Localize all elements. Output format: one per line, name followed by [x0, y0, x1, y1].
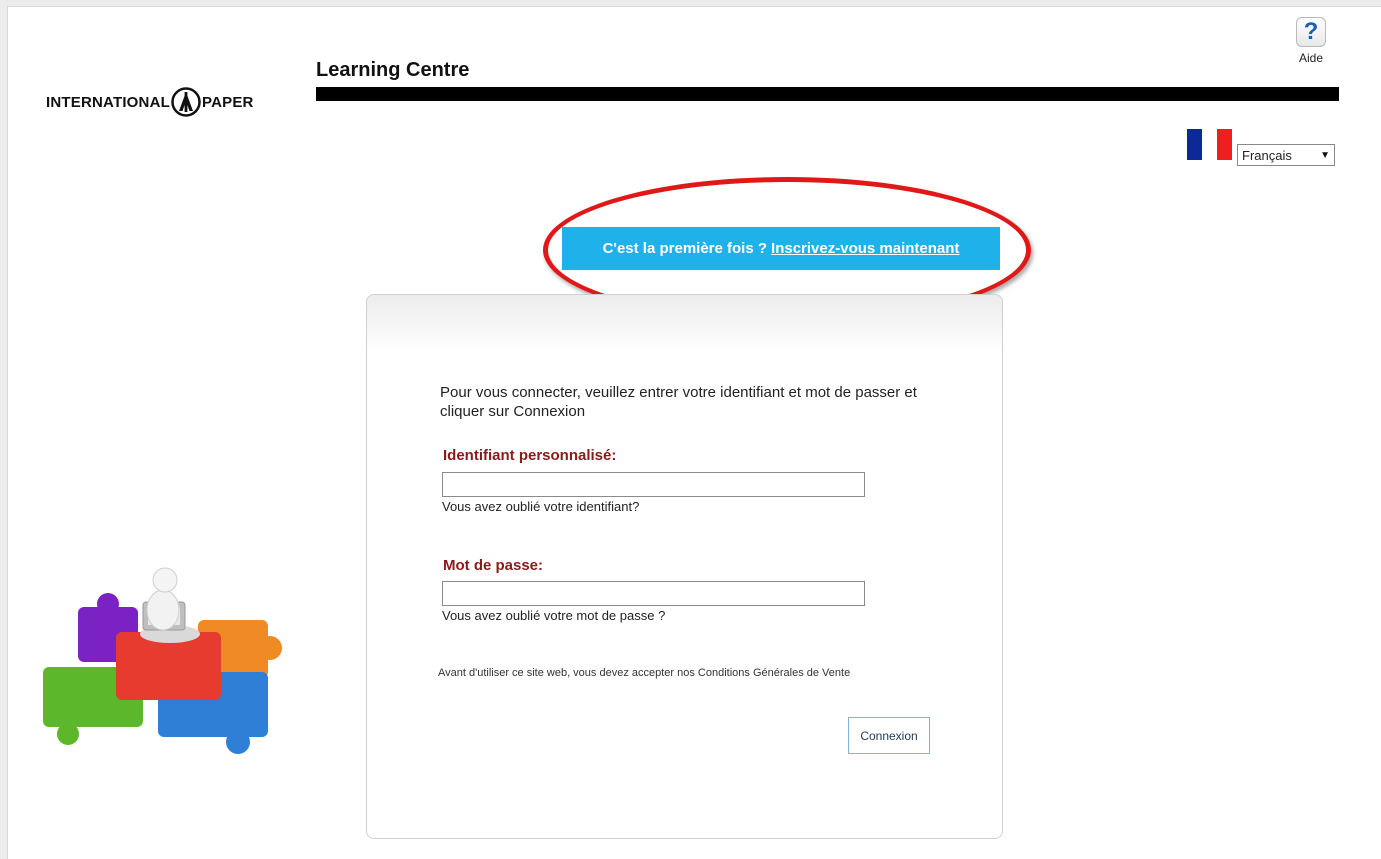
help-button[interactable]: ? Aide	[1291, 17, 1331, 65]
help-icon: ?	[1296, 17, 1326, 47]
signup-link[interactable]: Inscrivez-vous maintenant	[771, 240, 959, 257]
logo-text-right: PAPER	[201, 93, 254, 111]
puzzle-pieces-laptop-figure-icon	[43, 567, 282, 754]
logo-text-left: INTERNATIONAL	[46, 93, 170, 111]
username-label: Identifiant personnalisé:	[443, 447, 617, 464]
language-select[interactable]: Français ▼	[1237, 144, 1335, 166]
app-title: Learning Centre	[316, 59, 470, 81]
flag-stripe-red	[1217, 129, 1232, 160]
signup-question: C'est la première fois ?	[602, 240, 768, 257]
company-logo: INTERNATIONAL PAPER	[46, 87, 254, 117]
title-underline-bar	[316, 87, 1339, 101]
flag-stripe-blue	[1187, 129, 1202, 160]
logo-emblem-icon	[171, 87, 201, 117]
flag-stripe-white	[1202, 129, 1217, 160]
login-intro-text: Pour vous connecter, veuillez entrer vot…	[440, 384, 917, 420]
username-input[interactable]	[442, 472, 865, 497]
login-card: Pour vous connecter, veuillez entrer vot…	[366, 294, 1003, 839]
help-label: Aide	[1298, 51, 1324, 65]
password-input[interactable]	[442, 581, 865, 606]
signup-banner: C'est la première fois ? Inscrivez-vous …	[562, 227, 1000, 270]
dropdown-arrow-icon: ▼	[1320, 149, 1330, 161]
language-selected-value: Français	[1242, 147, 1292, 163]
french-flag-icon	[1187, 129, 1232, 160]
forgot-username-link[interactable]: Vous avez oublié votre identifiant?	[442, 499, 639, 514]
password-label: Mot de passe:	[443, 557, 544, 574]
terms-notice: Avant d'utiliser ce site web, vous devez…	[438, 667, 851, 679]
login-page: INTERNATIONAL PAPER Learning Centre ? Ai…	[7, 6, 1381, 859]
login-button[interactable]: Connexion	[848, 717, 930, 754]
forgot-password-link[interactable]: Vous avez oublié votre mot de passe ?	[442, 608, 665, 623]
